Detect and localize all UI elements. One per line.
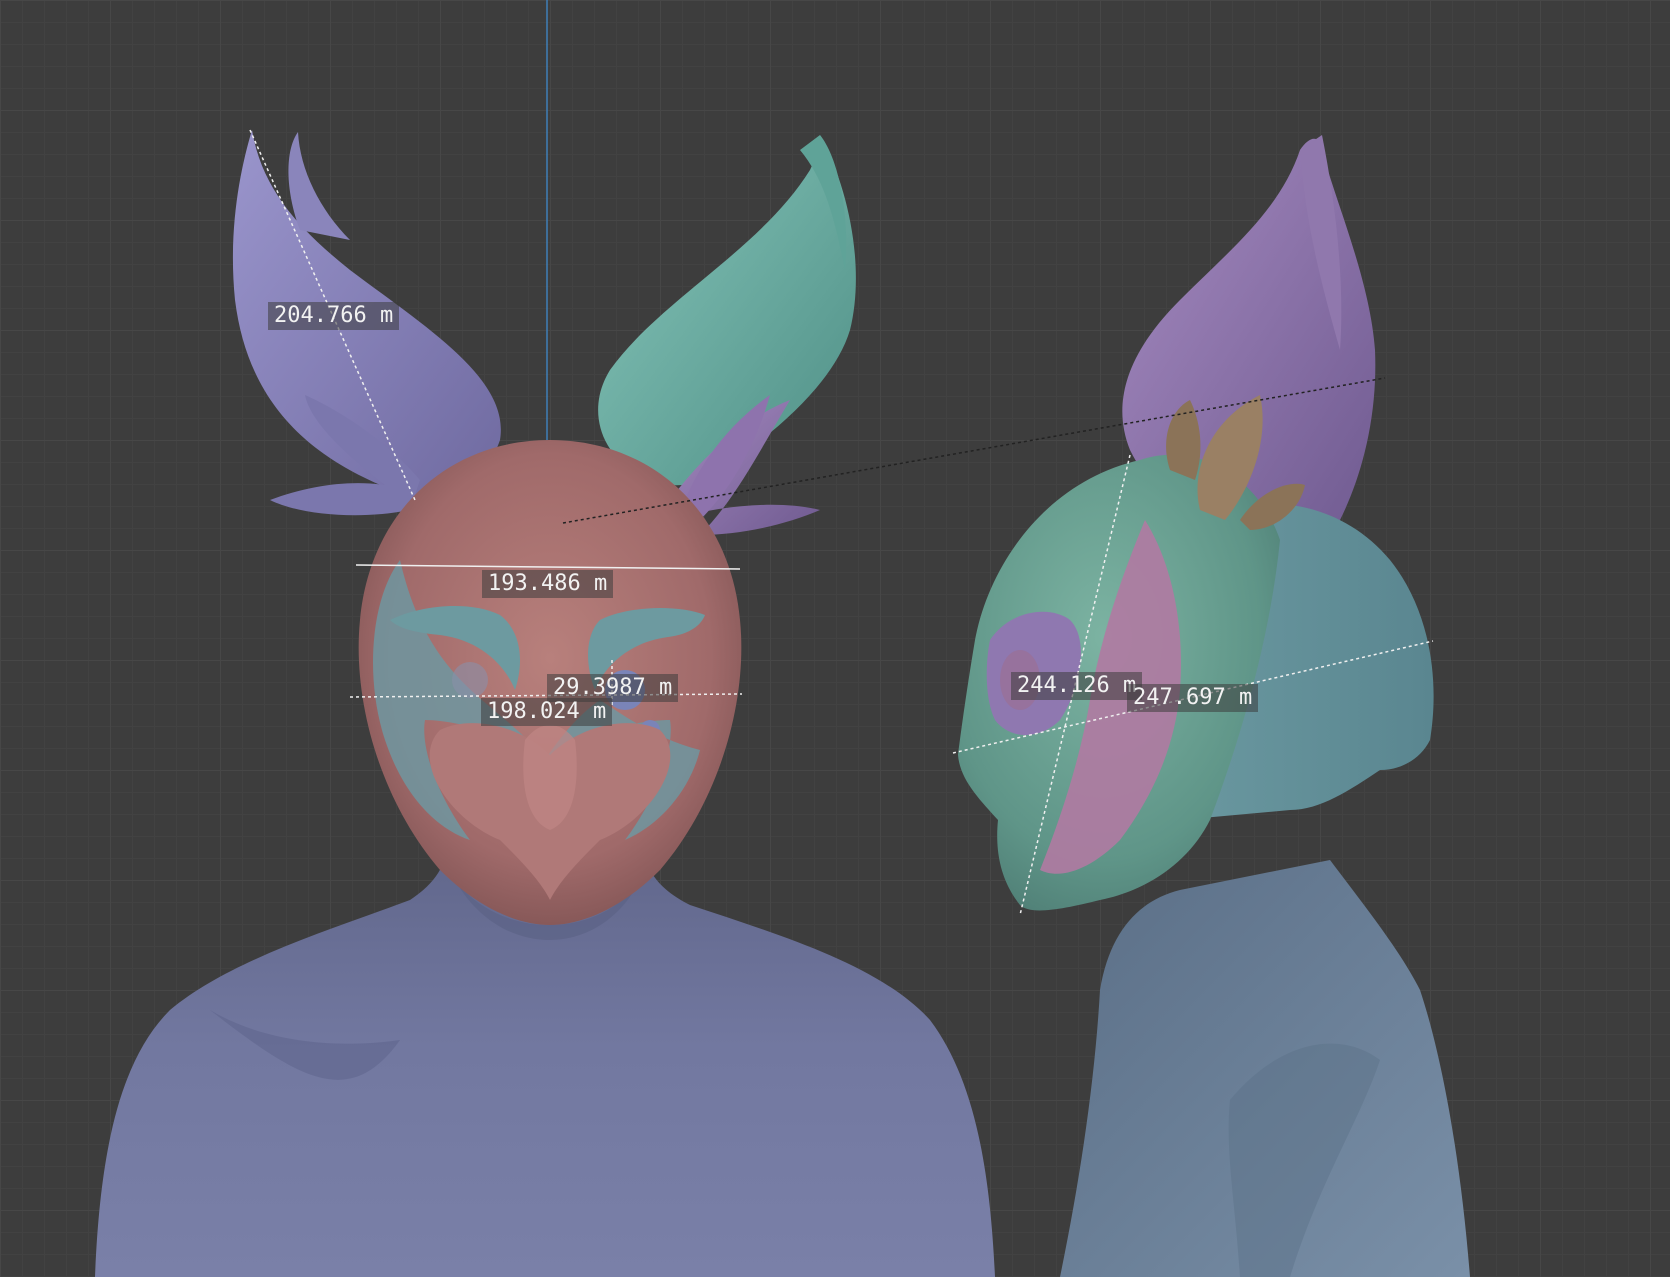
- measure-label-head-width[interactable]: 193.486 m: [482, 570, 614, 598]
- 3d-viewport[interactable]: 204.766 m 193.486 m 29.3987 m 198.024 m …: [0, 0, 1670, 1277]
- measure-label-face-width[interactable]: 198.024 m: [481, 698, 613, 726]
- scene-render: [95, 0, 1470, 1277]
- measure-label-ear-length[interactable]: 204.766 m: [268, 302, 400, 330]
- measure-label-side-height[interactable]: 244.126 m: [1011, 672, 1143, 700]
- measure-label-side-depth[interactable]: 247.697 m: [1127, 684, 1259, 712]
- front-ear-right: [598, 135, 856, 486]
- front-eye-left: [452, 662, 488, 698]
